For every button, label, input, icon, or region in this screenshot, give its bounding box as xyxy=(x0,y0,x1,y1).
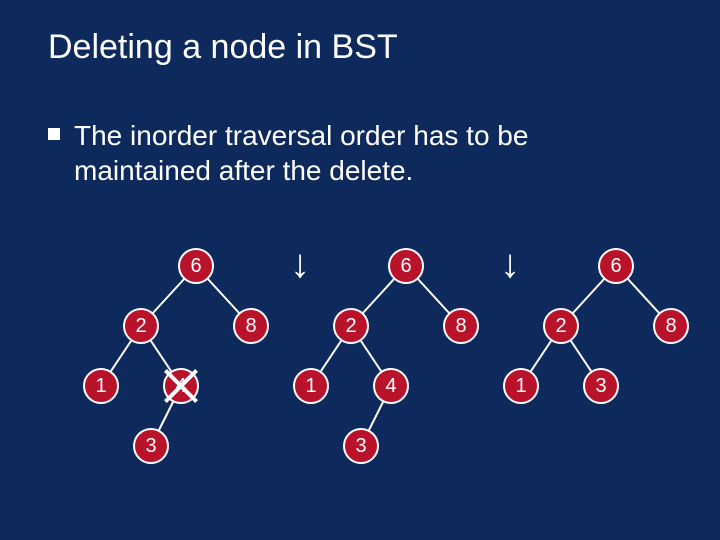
tree2-node-3: 3 xyxy=(343,428,379,464)
tree3-node-6: 6 xyxy=(598,248,634,284)
tree2-node-2: 2 xyxy=(333,308,369,344)
tree1-node-8: 8 xyxy=(233,308,269,344)
tree1-node-2: 2 xyxy=(123,308,159,344)
tree1-node-6: 6 xyxy=(178,248,214,284)
tree2-node-1: 1 xyxy=(293,368,329,404)
tree1-node-3: 3 xyxy=(133,428,169,464)
tree1-node-1: 1 xyxy=(83,368,119,404)
cross-out-icon xyxy=(161,366,201,406)
tree2-node-6: 6 xyxy=(388,248,424,284)
arrow-down-icon: ↓ xyxy=(500,244,520,284)
tree3-node-8: 8 xyxy=(653,308,689,344)
tree3-node-2: 2 xyxy=(543,308,579,344)
tree3-node-3: 3 xyxy=(583,368,619,404)
tree2-node-8: 8 xyxy=(443,308,479,344)
tree2-node-4: 4 xyxy=(373,368,409,404)
tree3-node-1: 1 xyxy=(503,368,539,404)
arrow-down-icon: ↓ xyxy=(290,244,310,284)
diagram-stage: ↓ ↓ 6 2 8 1 4 3 6 2 8 1 4 3 6 2 8 1 3 xyxy=(0,0,720,540)
